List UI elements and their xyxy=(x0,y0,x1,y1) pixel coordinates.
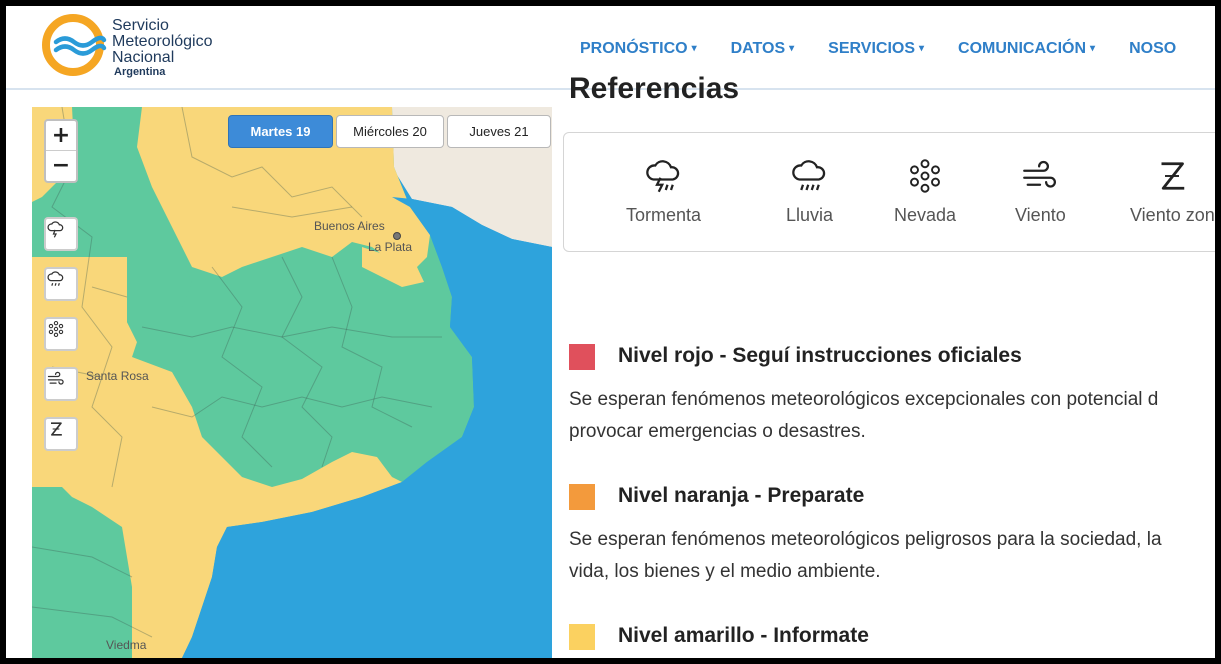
map-label-la-plata: La Plata xyxy=(368,240,413,254)
level-red-desc-1: Se esperan fenómenos meteorológicos exce… xyxy=(569,389,1159,410)
nav-item-label: COMUNICACIÓN xyxy=(958,40,1087,57)
level-orange-swatch xyxy=(569,484,595,510)
nav-item-nosotros[interactable]: NOSO xyxy=(1129,40,1176,58)
day-selector: Martes 19 Miércoles 20 Jueves 21 xyxy=(228,115,551,148)
chevron-down-icon: ▾ xyxy=(919,43,925,54)
smn-logo[interactable]: Servicio Meteorológico Nacional Argentin… xyxy=(40,12,260,82)
chevron-down-icon: ▾ xyxy=(1090,43,1096,54)
logo-line-1: Servicio xyxy=(112,17,169,34)
wind-icon xyxy=(47,371,64,385)
chevron-down-icon: ▾ xyxy=(789,43,795,54)
rain-icon xyxy=(791,160,825,191)
day-tab-wednesday[interactable]: Miércoles 20 xyxy=(336,115,444,148)
logo-line-3: Nacional xyxy=(112,49,175,66)
reference-label: Lluvia xyxy=(786,205,834,225)
zonda-icon xyxy=(1161,162,1185,190)
level-red-swatch xyxy=(569,344,595,370)
nav-item-label: DATOS xyxy=(730,40,786,57)
nav-item-datos[interactable]: DATOS ▾ xyxy=(731,40,795,58)
main-nav: PRONÓSTICO ▾ DATOS ▾ SERVICIOS ▾ COMUNICACI… xyxy=(580,40,1210,58)
zoom-out-button[interactable]: − xyxy=(46,151,76,181)
level-yellow-title: Nivel amarillo - Informate xyxy=(618,624,869,647)
nav-item-pronostico[interactable]: PRONÓSTICO ▾ xyxy=(580,40,697,58)
logo-line-4: Argentina xyxy=(114,66,166,78)
rain-filter-button[interactable] xyxy=(44,267,78,301)
zonda-icon xyxy=(51,422,62,436)
map-marker-buenos-aires xyxy=(393,232,401,240)
nav-item-label: PRONÓSTICO xyxy=(580,40,688,57)
map-label-buenos-aires: Buenos Aires xyxy=(314,219,385,233)
alert-map[interactable]: + − Martes 19 Miércoles 20 Jueves 21 Bue… xyxy=(32,107,552,658)
reference-wind: Viento xyxy=(1015,155,1066,226)
zoom-control: + − xyxy=(44,119,78,183)
reference-snow: Nevada xyxy=(894,155,956,226)
logo-line-2: Meteorológico xyxy=(112,33,213,50)
chevron-down-icon: ▾ xyxy=(691,43,697,54)
zonda-filter-button[interactable] xyxy=(44,417,78,451)
reference-label: Nevada xyxy=(894,205,957,225)
map-label-viedma: Viedma xyxy=(106,638,147,652)
references-title: Referencias xyxy=(569,72,740,105)
reference-label: Tormenta xyxy=(626,205,702,225)
reference-rain: Lluvia xyxy=(786,155,833,226)
reference-zonda: Viento zon xyxy=(1130,155,1215,226)
nav-item-label: NOSO xyxy=(1129,40,1177,57)
nav-item-label: SERVICIOS xyxy=(828,40,915,57)
storm-icon xyxy=(645,160,679,193)
day-tab-thursday[interactable]: Jueves 21 xyxy=(447,115,551,148)
wind-filter-button[interactable] xyxy=(44,367,78,401)
smn-logo-text: Servicio Meteorológico Nacional Argentin… xyxy=(112,18,213,79)
snow-icon xyxy=(910,159,940,193)
level-red-desc-2: provocar emergencias o desastres. xyxy=(569,421,866,442)
page-frame: Servicio Meteorológico Nacional Argentin… xyxy=(6,6,1215,658)
reference-storm: Tormenta xyxy=(626,155,701,226)
storm-filter-button[interactable] xyxy=(44,217,78,251)
nav-item-comunicacion[interactable]: COMUNICACIÓN ▾ xyxy=(958,40,1095,58)
level-yellow-swatch xyxy=(569,624,595,650)
level-orange-desc-1: Se esperan fenómenos meteorológicos peli… xyxy=(569,529,1162,550)
wind-icon xyxy=(1023,160,1057,188)
snow-filter-button[interactable] xyxy=(44,317,78,351)
level-orange-desc-2: vida, los bienes y el medio ambiente. xyxy=(569,561,881,582)
reference-label: Viento zon xyxy=(1130,205,1215,225)
storm-icon xyxy=(47,221,64,238)
references-panel: Tormenta Lluvia Nevada Viento Viento zon xyxy=(563,132,1215,252)
reference-label: Viento xyxy=(1015,205,1066,225)
map-label-santa-rosa: Santa Rosa xyxy=(86,369,149,383)
rain-icon xyxy=(47,271,64,286)
level-orange-title: Nivel naranja - Preparate xyxy=(618,484,865,507)
zoom-in-button[interactable]: + xyxy=(46,121,76,151)
level-red-title: Nivel rojo - Seguí instrucciones oficial… xyxy=(618,344,1022,367)
snow-icon xyxy=(48,320,64,338)
day-tab-tuesday[interactable]: Martes 19 xyxy=(228,115,333,148)
smn-logo-icon xyxy=(42,14,107,76)
nav-item-servicios[interactable]: SERVICIOS ▾ xyxy=(828,40,924,58)
